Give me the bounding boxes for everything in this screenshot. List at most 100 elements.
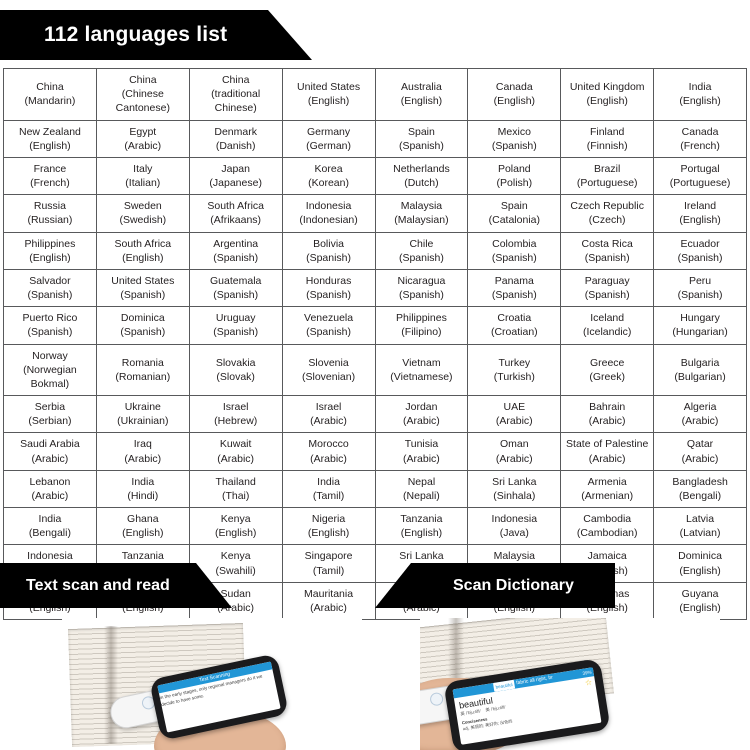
language-cell-country: Canada [495,81,533,94]
language-cell: South Africa (English) [95,231,190,270]
table-row: France (French) Italy (Italian) Japan (Japane… [3,156,747,196]
text-scan-scene: Text Scanning in the early stages, only … [62,618,362,750]
language-cell-country: Kuwait [219,438,252,451]
language-cell: Sweden (Swedish) [95,194,190,233]
language-cell-language: (English) [679,601,721,614]
language-cell: Honduras (Spanish) [281,268,376,308]
language-cell: Israel (Hebrew) [188,395,283,434]
language-cell-language: (Arabic) [588,415,626,428]
language-cell-language: (Arabic) [403,452,440,465]
language-cell: Russia (Russian) [3,194,97,233]
language-cell-language: (Hebrew) [214,415,258,428]
language-cell: Croatia (Croatian) [467,306,562,345]
language-cell-country: Philippines [24,237,76,250]
language-cell-country: Ghana [127,513,159,526]
language-cell-country: Ecuador [680,237,720,250]
language-cell-language: (English) [679,564,721,577]
photo-text-scan-and-read: Text Scanning in the early stages, only … [62,618,362,750]
language-cell: Nigeria (English) [281,507,376,546]
language-cell-country: Kenya [220,513,251,526]
language-cell: Czech Republic (Czech) [560,194,655,233]
language-cell-language: (English) [586,95,628,108]
table-row: New Zealand (English) Egypt (Arabic) Denmark… [3,119,747,158]
table-row: Saudi Arabia (Arabic) Iraq (Arabic) Kuwait (A… [3,432,747,471]
language-cell-country: Malaysia [400,200,443,213]
language-cell-country: Nigeria [311,513,346,526]
language-cell-country: Jordan [405,401,438,414]
language-cell-language: (English) [122,527,164,540]
language-cell-country: Guatemala [210,274,262,287]
language-cell-country: Nepal [407,475,436,488]
language-cell-language: (Spanish) [398,139,444,152]
language-cell: Dominica (Spanish) [95,306,190,345]
language-cell: Nicaragua (Spanish) [374,268,469,308]
language-cell-language: (Spanish) [120,289,166,302]
language-cell-country: Venezuela [304,312,354,325]
scanner-button-top[interactable] [429,691,445,707]
language-cell-country: Jamaica [587,550,627,563]
language-cell-language: (Catalonia) [488,214,540,227]
language-cell-country: State of Palestine [566,438,649,451]
language-cell-language: (Hungarian) [672,326,728,339]
language-cell-language: (Korean) [308,177,349,190]
language-cell: Iceland (Icelandic) [560,306,655,345]
language-cell-country: Paraguay [584,274,630,287]
language-cell: Cambodia (Cambodian) [560,507,655,546]
language-cell-country: Turkey [498,356,531,369]
language-cell: Guyana (English) [653,581,747,621]
language-cell-language: (Arabic) [681,452,719,465]
language-cell-country: Norway [32,349,68,362]
language-cell-country: Dominica [678,550,722,563]
language-table: China (Mandarin) China (Chinese Cantonese) C… [3,68,747,621]
language-cell: Algeria (Arabic) [653,395,747,434]
language-cell: Bulgaria (Bulgarian) [653,343,747,397]
language-cell-language: (Spanish) [306,251,352,264]
language-cell-language: (Arabic) [310,415,347,428]
language-cell: Mexico (Spanish) [467,119,562,158]
language-cell-language: (Spanish) [27,326,73,339]
language-cell-language: (Thai) [221,489,250,502]
language-cell-language: (Slovak) [216,370,255,383]
language-cell: Brazil (Portuguese) [560,156,655,196]
language-cell-country: Peru [688,274,712,287]
language-cell-language: (Latvian) [679,527,721,540]
scanner-screen[interactable]: beautiful fabric all right, br 39% beaut… [452,667,602,745]
language-cell: India (Hindi) [95,469,190,509]
language-cell-language: (Spanish) [677,251,723,264]
language-cell-language: (Java) [499,527,529,540]
language-cell-language: (Tamil) [312,564,345,577]
language-cell-country: China [129,74,157,86]
language-cell: Australia (English) [374,68,469,121]
language-cell: Saudi Arabia (Arabic) [3,432,97,471]
language-cell: Qatar (Arabic) [653,432,747,471]
language-cell: Bahrain (Arabic) [560,395,655,434]
language-cell-language: (Spanish) [306,289,352,302]
language-cell-country: India [131,475,155,488]
language-cell: Israel (Arabic) [281,395,376,434]
table-row: Philippines (English) South Africa (English… [3,231,747,270]
language-cell-country: India [688,81,712,94]
table-row: Norway (Norwegian Bokmal) Romania (Romanian… [3,343,747,397]
language-list-page: 112 languages list China (Mandarin) China(… [0,0,750,750]
language-cell-country: Slovakia [215,356,256,369]
language-cell-country: Oman [500,438,529,451]
language-cell-language: (Czech) [588,214,626,227]
language-cell-language: (Ukrainian) [117,415,169,428]
language-cell-country: Puerto Rico [22,312,78,325]
language-cell: Canada (French) [653,119,747,158]
language-cell-country: Sweden [123,200,162,213]
language-cell-language: (Arabic) [31,489,69,502]
language-cell-language: (Spanish) [213,326,259,339]
language-cell-country: South Africa [114,237,172,250]
language-cell: Romania (Romanian) [95,343,190,397]
language-cell-language: (Spanish) [213,289,259,302]
language-cell: Portugal (Portuguese) [653,156,747,196]
language-cell-language: (Arabic) [310,601,347,614]
language-cell-country: Czech Republic [570,200,644,213]
table-row: India (Bengali) Ghana (English) Kenya (Englis… [3,507,747,546]
language-cell-country: Russia [33,200,66,213]
favorite-star-icon[interactable]: ☆ [584,678,592,688]
language-cell-country: Ireland [684,200,717,213]
language-cell-language: (Spanish) [584,289,630,302]
language-cell: Salvador (Spanish) [3,268,97,308]
